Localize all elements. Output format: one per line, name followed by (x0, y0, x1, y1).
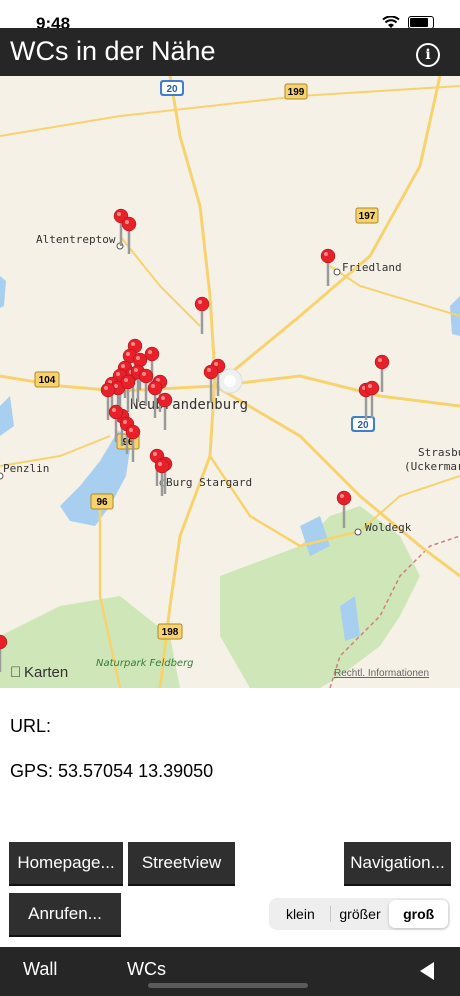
back-triangle-icon[interactable] (420, 962, 434, 980)
map-pin-icon[interactable] (138, 368, 154, 384)
title-bar: WCs in der Nähe i (0, 28, 460, 76)
map-pin-highlight (123, 420, 127, 424)
map-pin-highlight (116, 372, 120, 376)
map-pin-icon[interactable] (194, 296, 210, 312)
bottom-item-wcs[interactable]: WCs (127, 959, 166, 980)
bottom-item-wall[interactable]: Wall (23, 959, 57, 980)
map-pin-icon[interactable] (125, 424, 141, 440)
map-pin-highlight (207, 368, 211, 372)
status-bar: 9:48 (0, 0, 460, 33)
svg-text:20: 20 (166, 84, 178, 95)
road-badge: 20 (160, 80, 184, 96)
navigation-button[interactable]: Navigation... (344, 842, 451, 884)
map-pin-highlight (112, 408, 116, 412)
map-pin-highlight (153, 452, 157, 456)
map-pin-highlight (125, 220, 129, 224)
map-pin-highlight (136, 356, 140, 360)
svg-text:197: 197 (359, 211, 376, 222)
place-label: Neubrandenburg (130, 397, 248, 413)
map-pin-highlight (151, 384, 155, 388)
svg-text:104: 104 (39, 375, 56, 386)
road-badge: 96 (90, 493, 114, 510)
road-badge: 198 (157, 623, 183, 640)
streetview-button[interactable]: Streetview (128, 842, 235, 884)
map-pin-highlight (198, 300, 202, 304)
map-pin-highlight (126, 352, 130, 356)
map-pin-highlight (142, 372, 146, 376)
map-pin-highlight (378, 358, 382, 362)
place-label: Burg Stargard (166, 476, 252, 489)
gps-label: GPS: 53.57054 13.39050 (10, 761, 214, 781)
legal-link[interactable]: Rechtl. Informationen (334, 668, 429, 679)
svg-text:96: 96 (96, 497, 108, 508)
map-pin-highlight (129, 428, 133, 432)
size-option-groesser[interactable]: größer (331, 900, 390, 928)
map-pin-icon[interactable] (320, 248, 336, 264)
map-pin-icon[interactable] (147, 380, 163, 396)
road-badge: 20 (351, 416, 375, 432)
map-pin-highlight (134, 368, 138, 372)
homepage-button[interactable]: Homepage... (9, 842, 123, 884)
map-pin-icon[interactable] (108, 404, 124, 420)
map-pin-highlight (158, 462, 162, 466)
svg-text:198: 198 (162, 627, 179, 638)
map-brand-label: Karten (24, 664, 68, 681)
map-pin-icon[interactable] (100, 382, 116, 398)
map-pin-highlight (148, 350, 152, 354)
svg-text:20: 20 (357, 420, 369, 431)
size-option-klein[interactable]: klein (271, 900, 330, 928)
road-badge: 199 (284, 83, 308, 100)
size-selector[interactable]: klein größer groß (269, 898, 450, 930)
map-brand-label:  (10, 664, 21, 681)
map-pin-icon[interactable] (157, 392, 173, 408)
place-label: Friedland (342, 261, 402, 274)
map-pin-highlight (368, 384, 372, 388)
map-pin-highlight (124, 378, 128, 382)
place-label: Altentreptow (36, 233, 116, 246)
size-option-gross[interactable]: groß (389, 900, 449, 928)
map-pin-icon[interactable] (121, 216, 137, 232)
map-pin-highlight (121, 364, 125, 368)
page-title: WCs in der Nähe (10, 36, 216, 66)
map-pin-highlight (340, 494, 344, 498)
map-pin-highlight (161, 396, 165, 400)
map-pin-highlight (214, 362, 218, 366)
map-pin-highlight (324, 252, 328, 256)
svg-text:199: 199 (288, 87, 305, 98)
place-label: Strasburg (418, 446, 460, 459)
map-pin-highlight (117, 212, 121, 216)
road-badge: 104 (34, 371, 60, 388)
map-pin-icon[interactable] (203, 364, 219, 380)
map-pin-highlight (131, 342, 135, 346)
place-label: Penzlin (3, 462, 49, 475)
map-pin-icon[interactable] (336, 490, 352, 506)
place-label: Woldegk (365, 521, 412, 534)
call-button[interactable]: Anrufen... (9, 893, 121, 935)
map-pin-icon[interactable] (132, 352, 148, 368)
info-circle-icon[interactable]: i (416, 43, 440, 67)
road-badge: 197 (355, 207, 379, 224)
map-pin-icon[interactable] (374, 354, 390, 370)
map-pin-icon[interactable] (364, 380, 380, 396)
bottom-bar: Wall WCs (0, 947, 460, 996)
map-view[interactable]: 20 199 197 104 20 96 198 96 (0, 76, 460, 688)
map-pin-highlight (104, 386, 108, 390)
map-pin-icon[interactable] (154, 458, 170, 474)
url-label: URL: (10, 716, 52, 736)
place-label: (Uckermark) (404, 460, 460, 473)
map-canvas[interactable]: 20 199 197 104 20 96 198 96 (0, 76, 460, 688)
place-label: Naturpark Feldberg (96, 658, 194, 669)
home-indicator (148, 983, 308, 988)
